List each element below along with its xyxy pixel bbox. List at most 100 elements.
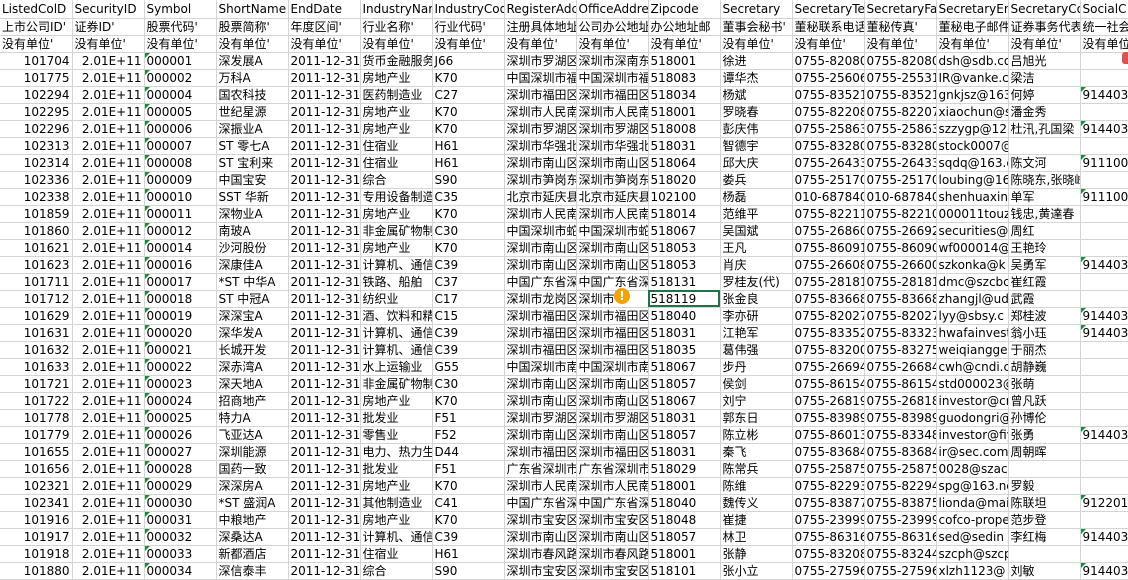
cell[interactable]: 股票简称' [216,18,289,36]
cell[interactable]: 张金良 [720,290,793,308]
cell[interactable]: 0755-25170 [864,171,937,189]
cell[interactable]: 000006 [144,120,217,138]
cell[interactable]: IndustryNam [360,0,433,19]
cell[interactable]: 深圳市福田区 [576,443,649,461]
cell[interactable]: 0755-86316 [792,528,865,546]
cell[interactable]: 101656 [0,460,73,478]
cell[interactable]: 张勇 [1008,426,1081,444]
cell[interactable] [1080,409,1128,427]
spreadsheet-grid[interactable]: ListedColD SecurityID Symbol ShortName EndDa… [0,0,1128,580]
cell[interactable]: 深圳市南山区 [504,392,577,410]
cell[interactable]: 0755-83521 [864,86,937,104]
cell[interactable]: 0755-82293 [792,477,865,495]
cell[interactable]: 邱大庆 [720,154,793,172]
cell[interactable]: 行业名称' [360,18,433,36]
cell[interactable] [1008,137,1081,155]
cell[interactable]: 深圳市宝安区 [576,511,649,529]
cell[interactable]: 零售业 [360,426,433,444]
cell[interactable]: 2011-12-31 [288,120,361,138]
cell[interactable]: 0755-83348 [864,426,937,444]
cell[interactable]: 2011-12-31 [288,86,361,104]
cell[interactable]: 2.01E+11 [72,222,145,240]
cell[interactable]: 9111000 [1080,154,1128,172]
cell[interactable]: 铁路、船舶 [360,273,433,291]
cell[interactable]: 侯剑 [720,375,793,393]
cell[interactable]: 住宿业 [360,154,433,172]
cell[interactable]: 深深房A [216,477,289,495]
cell[interactable]: 2011-12-31 [288,273,361,291]
cell[interactable]: 郭东日 [720,409,793,427]
cell[interactable]: xlzh1123@ [936,562,1009,580]
cell[interactable]: 深圳市龙岗区 [504,290,577,308]
cell[interactable]: 000027 [144,443,217,461]
cell[interactable]: 010-687840 [792,188,865,206]
cell[interactable]: 王凡 [720,239,793,257]
cell[interactable]: 公司办公地址 [576,18,649,36]
cell[interactable]: 518064 [648,154,721,172]
cell[interactable]: dsh@sdb.co [936,52,1009,70]
cell[interactable]: 000025 [144,409,217,427]
cell[interactable]: 房地产业 [360,239,433,257]
cell[interactable]: 000004 [144,86,217,104]
cell[interactable]: 000024 [144,392,217,410]
cell[interactable]: 住宿业 [360,137,433,155]
cell[interactable]: 杨磊 [720,188,793,206]
cell[interactable]: 000031 [144,511,217,529]
cell[interactable]: 没有单位' [864,35,937,53]
cell[interactable]: 0755-83208 [792,545,865,563]
cell[interactable]: 曾凡跃 [1008,392,1081,410]
cell[interactable]: 2.01E+11 [72,358,145,376]
cell[interactable]: 101712 [0,290,73,308]
cell[interactable]: zhangjl@ud [936,290,1009,308]
cell[interactable]: 2.01E+11 [72,120,145,138]
cell[interactable]: 广东省深圳市 [576,460,649,478]
cell[interactable]: 综合 [360,171,433,189]
cell[interactable]: 计算机、通信 [360,341,433,359]
cell[interactable]: 518057 [648,426,721,444]
cell[interactable]: 深振业A [216,120,289,138]
cell[interactable]: 中国深圳市南 [576,358,649,376]
cell[interactable]: 深圳市人民南 [576,477,649,495]
cell[interactable]: 张萌 [1008,375,1081,393]
cell[interactable]: 李亦研 [720,307,793,325]
cell[interactable]: 专用设备制造 [360,188,433,206]
cell[interactable]: 张小立 [720,562,793,580]
cell[interactable]: 000030 [144,494,217,512]
cell[interactable]: 000010 [144,188,217,206]
cell[interactable]: 2011-12-31 [288,392,361,410]
cell[interactable]: 深圳市福田区 [504,307,577,325]
cell[interactable]: 0755-26692 [864,222,937,240]
cell[interactable]: 518001 [648,103,721,121]
cell[interactable]: 深圳市人民南 [576,103,649,121]
cell[interactable]: 102321 [0,477,73,495]
cell[interactable]: 深圳市南山区 [576,239,649,257]
cell[interactable]: 深圳能源 [216,443,289,461]
cell[interactable]: 2.01E+11 [72,69,145,87]
cell[interactable]: 周红 [1008,222,1081,240]
cell[interactable]: 0755-82027 [792,307,865,325]
cell[interactable]: 0755-28181 [864,273,937,291]
cell[interactable]: 2.01E+11 [72,341,145,359]
cell[interactable]: 2011-12-31 [288,511,361,529]
cell[interactable]: 0755-83200 [792,341,865,359]
cell[interactable]: 518031 [648,137,721,155]
cell[interactable]: 房地产业 [360,477,433,495]
cell[interactable]: 0755-26433 [792,154,865,172]
cell[interactable]: 招商地产 [216,392,289,410]
cell[interactable]: 0755-25875 [864,460,937,478]
cell[interactable]: 彭庆伟 [720,120,793,138]
cell[interactable]: cwh@cndi.c [936,358,1009,376]
cell[interactable]: 中国深圳市蛇 [504,222,577,240]
cell[interactable]: 陈联坦 [1008,494,1081,512]
cell[interactable]: 101860 [0,222,73,240]
cell[interactable]: SecurityID [72,0,145,19]
cell[interactable]: 没有单位' [1008,35,1081,53]
cell[interactable]: 深圳市福田区 [576,86,649,104]
cell[interactable]: 000018 [144,290,217,308]
cell[interactable]: 0755-83684 [864,443,937,461]
cell[interactable]: 范步登 [1008,511,1081,529]
cell[interactable]: 酒、饮料和精 [360,307,433,325]
cell[interactable]: 孙博伦 [1008,409,1081,427]
cell[interactable]: 102295 [0,103,73,121]
cell[interactable]: 2011-12-31 [288,460,361,478]
